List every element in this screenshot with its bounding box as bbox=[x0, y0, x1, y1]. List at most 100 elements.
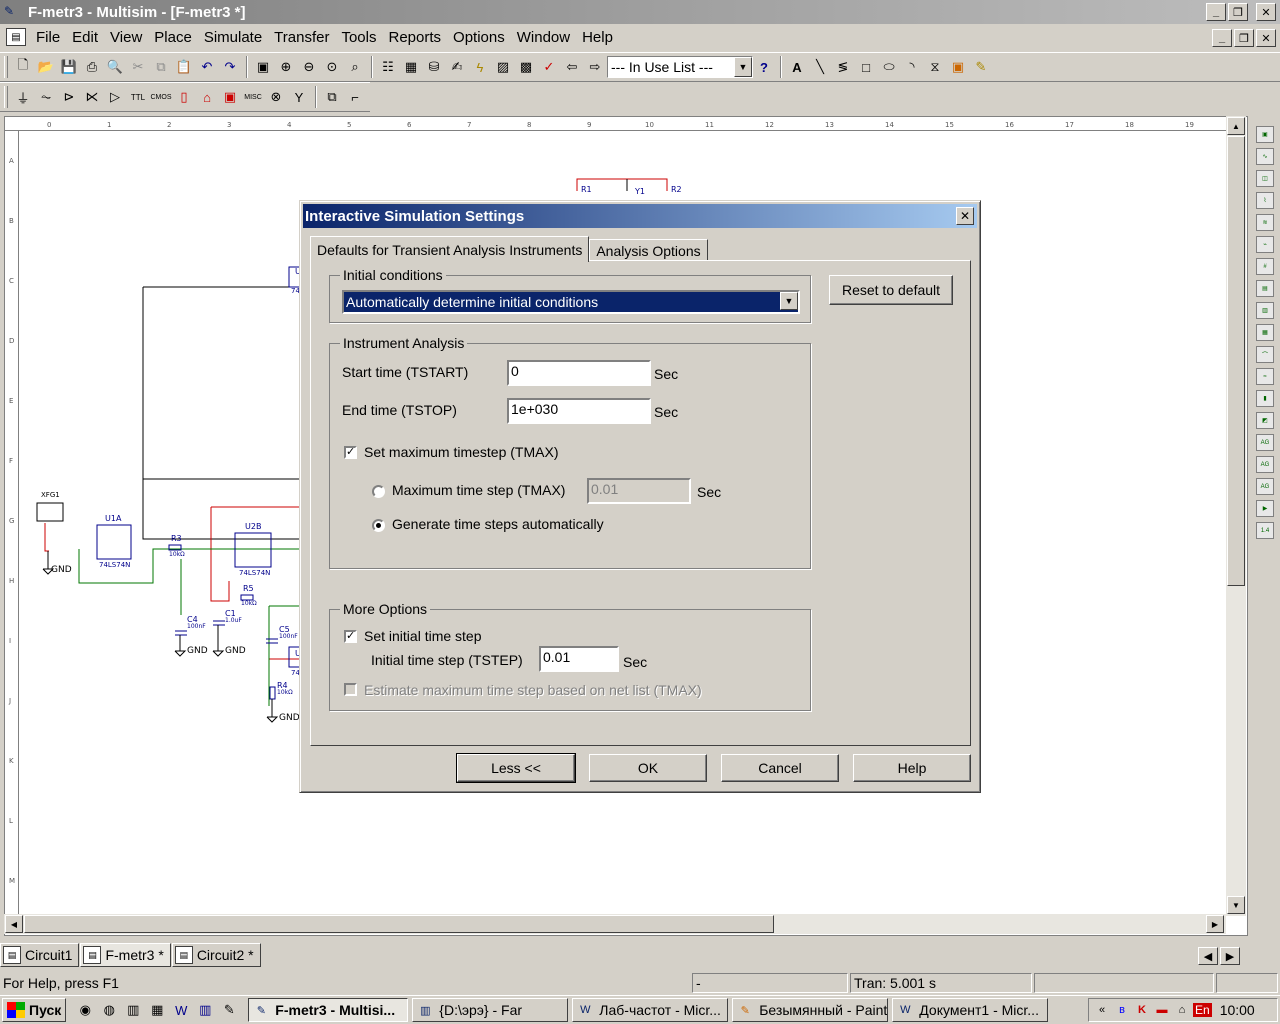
save-icon[interactable]: 💾 bbox=[58, 56, 80, 78]
vertical-scroll-thumb[interactable] bbox=[1227, 136, 1245, 586]
chevron-down-icon[interactable]: ▼ bbox=[734, 57, 752, 77]
document-icon[interactable]: ▤ bbox=[6, 28, 26, 46]
zoom-in-icon[interactable]: ⊕ bbox=[275, 56, 297, 78]
misc-digital-icon[interactable]: ▯ bbox=[173, 86, 195, 108]
menu-tools[interactable]: Tools bbox=[341, 29, 384, 46]
ellipse-tool-icon[interactable]: ⬭ bbox=[878, 56, 900, 78]
antivirus-icon[interactable]: K bbox=[1133, 1001, 1151, 1019]
hierarchical-block-icon[interactable]: ⧉ bbox=[321, 86, 343, 108]
far-icon[interactable]: ▥ bbox=[194, 999, 216, 1021]
initial-conditions-select[interactable]: Automatically determine initial conditio… bbox=[342, 290, 800, 314]
tray-expand-icon[interactable]: « bbox=[1093, 1001, 1111, 1019]
bode-plotter-icon[interactable]: ⌁ bbox=[1256, 236, 1274, 253]
network-icon[interactable]: ⌂ bbox=[1173, 1001, 1191, 1019]
media-player-icon[interactable]: ◉ bbox=[74, 999, 96, 1021]
tab-transient-defaults[interactable]: Defaults for Transient Analysis Instrume… bbox=[310, 236, 590, 262]
misc-icon[interactable]: MISC bbox=[242, 86, 264, 108]
four-channel-scope-icon[interactable]: ≋ bbox=[1256, 214, 1274, 231]
menu-simulate[interactable]: Simulate bbox=[204, 29, 270, 46]
diode-icon[interactable]: ⊳ bbox=[58, 86, 80, 108]
ok-button[interactable]: OK bbox=[589, 754, 707, 782]
menu-options[interactable]: Options bbox=[453, 29, 513, 46]
electromechanical-icon[interactable]: Y bbox=[288, 86, 310, 108]
initial-time-step-input[interactable]: 0.01 bbox=[539, 646, 619, 672]
menu-transfer[interactable]: Transfer bbox=[274, 29, 337, 46]
print-icon[interactable]: ⎙ bbox=[81, 56, 103, 78]
scroll-up-icon[interactable]: ▲ bbox=[1227, 117, 1245, 135]
spectrum-analyzer-icon[interactable]: ▮ bbox=[1256, 390, 1274, 407]
set-initial-time-step-checkbox[interactable]: ✓ bbox=[344, 630, 357, 643]
zoom-out-icon[interactable]: ⊖ bbox=[298, 56, 320, 78]
menu-place[interactable]: Place bbox=[154, 29, 200, 46]
arc-tool-icon[interactable]: ◝ bbox=[901, 56, 923, 78]
help-icon[interactable]: ? bbox=[753, 56, 775, 78]
basic-icon[interactable]: ⏦ bbox=[35, 86, 57, 108]
scroll-left-icon[interactable]: ◀ bbox=[5, 915, 23, 933]
comment-tool-icon[interactable]: ✎ bbox=[970, 56, 992, 78]
max-time-step-radio[interactable] bbox=[372, 485, 385, 498]
database-icon[interactable]: ⛁ bbox=[423, 56, 445, 78]
sheet-prev-icon[interactable]: ◀ bbox=[1198, 947, 1218, 965]
sheet-tab-circuit2[interactable]: ▤ Circuit2 * bbox=[171, 943, 261, 967]
iv-analyzer-icon[interactable]: ⌒ bbox=[1256, 346, 1274, 363]
word-icon[interactable]: W bbox=[170, 999, 192, 1021]
measurement-probe-icon[interactable]: 1.4 bbox=[1256, 522, 1274, 539]
close-button[interactable]: ✕ bbox=[1256, 3, 1276, 21]
new-file-icon[interactable]: 🗋 bbox=[12, 56, 34, 78]
create-component-icon[interactable]: ✍ bbox=[446, 56, 468, 78]
sheet-tab-f-metr3[interactable]: ▤ F-metr3 * bbox=[80, 943, 171, 967]
task-word-lab[interactable]: W Лаб-частот - Micr... bbox=[572, 998, 729, 1022]
simulate-icon[interactable]: ϟ bbox=[469, 56, 491, 78]
tab-analysis-options[interactable]: Analysis Options bbox=[589, 239, 708, 261]
menu-view[interactable]: View bbox=[110, 29, 150, 46]
multisim-quick-icon[interactable]: ✎ bbox=[218, 999, 240, 1021]
line-tool-icon[interactable]: ╲ bbox=[809, 56, 831, 78]
end-time-input[interactable]: 1e+030 bbox=[507, 398, 651, 424]
logic-analyzer-icon[interactable]: ▥ bbox=[1256, 302, 1274, 319]
postprocessor-icon[interactable]: ▩ bbox=[515, 56, 537, 78]
vertical-scrollbar[interactable]: ▲ ▼ bbox=[1226, 116, 1246, 916]
max-time-step-input[interactable]: 0.01 bbox=[587, 478, 691, 504]
close-icon[interactable]: ✕ bbox=[956, 207, 974, 225]
copy-icon[interactable]: ⧉ bbox=[150, 56, 172, 78]
cmos-icon[interactable]: CMOS bbox=[150, 86, 172, 108]
text-tool-icon[interactable]: A bbox=[786, 56, 808, 78]
task-paint[interactable]: ✎ Безымянный - Paint bbox=[732, 998, 889, 1022]
bus-icon[interactable]: ⌐ bbox=[344, 86, 366, 108]
source-icon[interactable]: ⏚ bbox=[12, 86, 34, 108]
start-time-input[interactable]: 0 bbox=[507, 360, 651, 386]
forward-annotate-icon[interactable]: ⇨ bbox=[584, 56, 606, 78]
multiline-tool-icon[interactable]: ≶ bbox=[832, 56, 854, 78]
horizontal-scroll-thumb[interactable] bbox=[24, 915, 774, 933]
menu-edit[interactable]: Edit bbox=[72, 29, 106, 46]
function-generator-icon[interactable]: ∿ bbox=[1256, 148, 1274, 165]
paste-icon[interactable]: 📋 bbox=[173, 56, 195, 78]
task-far[interactable]: ▥ {D:\эрэ} - Far bbox=[412, 998, 569, 1022]
menu-help[interactable]: Help bbox=[582, 29, 621, 46]
erc-icon[interactable]: ✓ bbox=[538, 56, 560, 78]
reset-to-default-button[interactable]: Reset to default bbox=[829, 275, 953, 305]
bluetooth-icon[interactable]: ʙ bbox=[1113, 1001, 1131, 1019]
cut-icon[interactable]: ✂ bbox=[127, 56, 149, 78]
minimize-button[interactable]: _ bbox=[1206, 3, 1226, 21]
indicator-icon[interactable]: ▣ bbox=[219, 86, 241, 108]
rectangle-tool-icon[interactable]: □ bbox=[855, 56, 877, 78]
zoom-fit-icon[interactable]: ⌕ bbox=[344, 56, 366, 78]
restore-button[interactable]: ❐ bbox=[1228, 3, 1248, 21]
menu-window[interactable]: Window bbox=[517, 29, 578, 46]
grapher-icon[interactable]: ▨ bbox=[492, 56, 514, 78]
menu-file[interactable]: File bbox=[36, 29, 68, 46]
tektronix-scope-icon[interactable]: ▶ bbox=[1256, 500, 1274, 517]
logic-converter-icon[interactable]: ▦ bbox=[1256, 324, 1274, 341]
agilent-scope-icon[interactable]: AG bbox=[1256, 478, 1274, 495]
redo-icon[interactable]: ↷ bbox=[219, 56, 241, 78]
help-button[interactable]: Help bbox=[853, 754, 971, 782]
spreadsheet-icon[interactable]: ▦ bbox=[400, 56, 422, 78]
distortion-analyzer-icon[interactable]: ≈ bbox=[1256, 368, 1274, 385]
oscilloscope-icon[interactable]: ⌇ bbox=[1256, 192, 1274, 209]
undo-icon[interactable]: ↶ bbox=[196, 56, 218, 78]
polygon-tool-icon[interactable]: ⧖ bbox=[924, 56, 946, 78]
transistor-icon[interactable]: ⋉ bbox=[81, 86, 103, 108]
scroll-right-icon[interactable]: ▶ bbox=[1206, 915, 1224, 933]
sheet-tab-circuit1[interactable]: ▤ Circuit1 bbox=[0, 943, 80, 967]
